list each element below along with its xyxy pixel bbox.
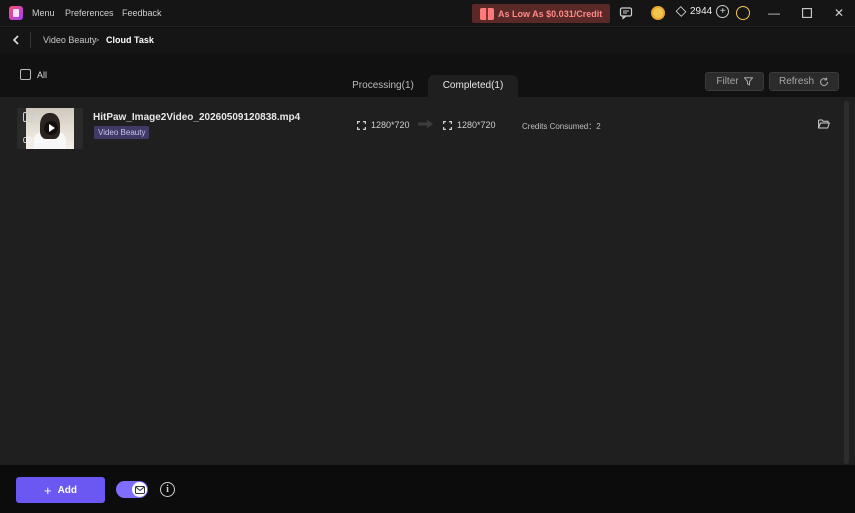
filter-icon [743,77,753,86]
bottom-bar: + Add i [0,464,855,513]
coin-icon[interactable] [651,6,665,20]
menu-button[interactable]: Menu [32,8,55,18]
play-icon[interactable] [44,121,58,135]
user-account-icon[interactable] [736,6,750,20]
back-arrow-icon[interactable] [9,33,23,47]
open-folder-icon[interactable] [818,119,830,129]
filter-button[interactable]: Filter [705,72,764,91]
input-resolution-value: 1280*720 [371,120,410,130]
video-duration: 00:04 [23,136,44,145]
credits-consumed: Credits Consumed：2 [522,122,601,131]
minimize-icon[interactable]: — [765,4,783,22]
promo-text: As Low As $0.031/Credit [498,8,603,19]
add-label: Add [57,484,78,496]
credits-balance[interactable]: 2944 + [675,5,730,18]
select-all-label: All [37,70,48,80]
filter-label: Filter [716,76,739,87]
task-row[interactable]: 00:04 HitPaw_Image2Video_20260509120838.… [14,107,839,151]
plus-icon: + [43,482,52,498]
row-checkbox[interactable] [23,112,33,122]
task-list: 00:04 HitPaw_Image2Video_20260509120838.… [0,97,855,464]
video-thumbnail[interactable]: 00:04 [17,108,83,149]
refresh-label: Refresh [778,76,814,87]
info-icon[interactable]: i [160,482,175,497]
toggle-knob [132,482,147,497]
breadcrumb-separator-icon: > [94,35,100,45]
arrow-right-icon [418,119,433,129]
output-resolution-value: 1280*720 [457,120,496,130]
email-notify-toggle[interactable] [116,481,148,498]
app-logo-icon [9,6,23,20]
main-panel: All Processing(1) Completed(1) Filter Re… [0,53,855,464]
output-resolution: 1280*720 [443,120,496,130]
promo-banner[interactable]: As Low As $0.031/Credit [472,4,610,23]
maximize-icon[interactable] [798,4,816,22]
breadcrumb-current: Cloud Task [106,35,154,45]
file-name: HitPaw_Image2Video_20260509120838.mp4 [93,112,301,123]
close-icon[interactable]: ✕ [830,4,848,22]
refresh-button[interactable]: Refresh [769,72,839,91]
message-icon[interactable] [619,6,633,23]
gift-icon [480,7,494,20]
tab-completed[interactable]: Completed(1) [428,75,518,97]
resolution-frame-icon [443,120,452,130]
breadcrumb: Video Beauty > Cloud Task [0,28,855,53]
scrollbar[interactable] [844,101,849,464]
input-resolution: 1280*720 [357,120,410,130]
add-credits-icon[interactable]: + [716,5,730,18]
preferences-button[interactable]: Preferences [65,8,114,18]
select-all-checkbox[interactable] [20,69,31,80]
tab-processing[interactable]: Processing(1) [343,75,423,97]
resolution-frame-icon [357,120,366,130]
feedback-button[interactable]: Feedback [122,8,162,18]
divider [30,32,31,48]
feature-tag: Video Beauty [94,126,150,139]
refresh-icon [820,77,829,86]
title-bar: Menu Preferences Feedback As Low As $0.0… [0,0,855,27]
diamond-icon [675,6,687,17]
mail-icon [134,485,145,494]
credits-count: 2944 [690,6,713,17]
add-button[interactable]: + Add [16,477,105,503]
breadcrumb-parent[interactable]: Video Beauty [43,35,96,45]
